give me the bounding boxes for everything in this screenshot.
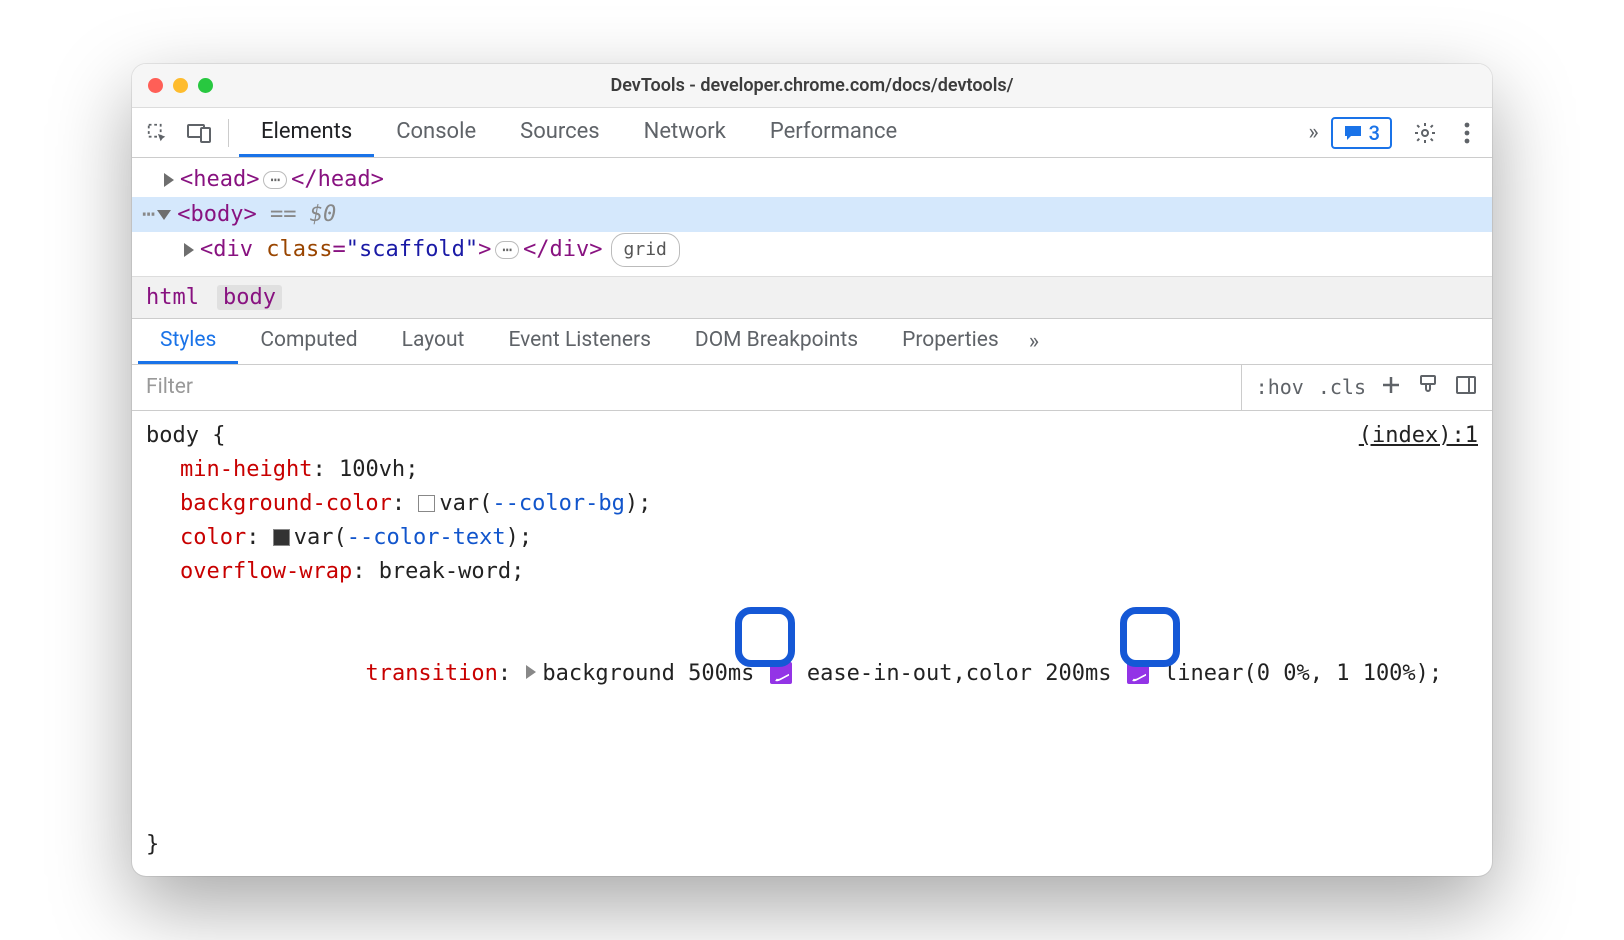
main-tabs: Elements Console Sources Network Perform… — [239, 108, 1296, 157]
issues-count: 3 — [1369, 121, 1380, 145]
easing-editor-icon[interactable] — [1127, 662, 1149, 684]
ellipsis-badge[interactable]: ⋯ — [495, 241, 519, 259]
expand-arrow-icon[interactable] — [184, 243, 194, 257]
expand-shorthand-icon[interactable] — [526, 665, 536, 679]
styles-rule-body: body { (index):1 min-height: 100vh; back… — [132, 411, 1492, 876]
hov-toggle[interactable]: :hov — [1256, 375, 1304, 399]
styles-filter-input[interactable] — [132, 365, 1242, 410]
dom-tree[interactable]: <head> ⋯ </head> ⋯ <body> == $0 <div cla… — [132, 158, 1492, 276]
dom-node-head[interactable]: <head> ⋯ </head> — [132, 162, 1492, 197]
kebab-menu-icon[interactable] — [1448, 114, 1486, 152]
callout-highlight-2 — [1120, 607, 1180, 667]
prop-background-color[interactable]: background-color: var(--color-bg); — [146, 487, 1478, 521]
tab-console[interactable]: Console — [374, 108, 498, 157]
sub-tab-event-listeners[interactable]: Event Listeners — [486, 319, 672, 364]
separator — [228, 119, 229, 147]
styles-sub-tabs: Styles Computed Layout Event Listeners D… — [132, 319, 1492, 365]
rule-source-link[interactable]: (index):1 — [1359, 419, 1478, 453]
color-swatch-icon[interactable] — [273, 529, 290, 546]
prop-color[interactable]: color: var(--color-text); — [146, 521, 1478, 555]
rule-selector[interactable]: body { — [146, 419, 225, 453]
main-toolbar: Elements Console Sources Network Perform… — [132, 108, 1492, 158]
sub-tab-layout[interactable]: Layout — [380, 319, 487, 364]
more-tabs-icon[interactable]: » — [1300, 120, 1326, 145]
collapse-arrow-icon[interactable] — [157, 210, 171, 220]
more-sub-tabs-icon[interactable]: » — [1021, 319, 1047, 364]
sub-tab-computed[interactable]: Computed — [238, 319, 379, 364]
computed-sidebar-icon[interactable] — [1454, 373, 1478, 402]
rule-close-brace: } — [146, 828, 1478, 862]
device-toolbar-icon[interactable] — [180, 114, 218, 152]
paint-brush-icon[interactable] — [1416, 373, 1440, 402]
callout-highlight-1 — [735, 607, 795, 667]
expand-arrow-icon[interactable] — [164, 173, 174, 187]
minimize-window-button[interactable] — [173, 78, 188, 93]
sub-tab-styles[interactable]: Styles — [138, 319, 238, 364]
breadcrumb-body[interactable]: body — [217, 285, 282, 310]
prop-transition[interactable]: transition: background 500ms ease-in-out… — [146, 589, 1478, 828]
titlebar: DevTools - developer.chrome.com/docs/dev… — [132, 64, 1492, 108]
tab-sources[interactable]: Sources — [498, 108, 622, 157]
window-title: DevTools - developer.chrome.com/docs/dev… — [132, 75, 1492, 96]
breadcrumb: html body — [132, 276, 1492, 319]
cls-toggle[interactable]: .cls — [1318, 375, 1366, 399]
tab-performance[interactable]: Performance — [748, 108, 919, 157]
devtools-window: DevTools - developer.chrome.com/docs/dev… — [132, 64, 1492, 876]
dom-node-body-selected[interactable]: ⋯ <body> == $0 — [132, 197, 1492, 232]
sub-tab-dom-breakpoints[interactable]: DOM Breakpoints — [673, 319, 880, 364]
traffic-lights — [148, 78, 213, 93]
chat-icon — [1343, 124, 1363, 142]
maximize-window-button[interactable] — [198, 78, 213, 93]
sub-tab-properties[interactable]: Properties — [880, 319, 1021, 364]
easing-editor-icon[interactable] — [770, 662, 792, 684]
filter-buttons: :hov .cls — [1242, 373, 1492, 402]
prop-overflow-wrap[interactable]: overflow-wrap: break-word; — [146, 555, 1478, 589]
close-window-button[interactable] — [148, 78, 163, 93]
settings-gear-icon[interactable] — [1406, 114, 1444, 152]
styles-filter-row: :hov .cls — [132, 365, 1492, 411]
issues-badge[interactable]: 3 — [1331, 117, 1392, 149]
prop-min-height[interactable]: min-height: 100vh; — [146, 453, 1478, 487]
selection-dots-icon: ⋯ — [142, 197, 153, 232]
color-swatch-icon[interactable] — [418, 495, 435, 512]
new-style-rule-icon[interactable] — [1380, 374, 1402, 401]
inspect-element-icon[interactable] — [138, 114, 176, 152]
ellipsis-badge[interactable]: ⋯ — [263, 171, 287, 189]
dom-node-div-scaffold[interactable]: <div class="scaffold"> ⋯ </div> grid — [132, 232, 1492, 267]
tab-elements[interactable]: Elements — [239, 108, 374, 157]
breadcrumb-html[interactable]: html — [146, 285, 199, 310]
rule-header: body { (index):1 — [146, 419, 1478, 453]
tab-network[interactable]: Network — [622, 108, 748, 157]
grid-badge[interactable]: grid — [611, 233, 680, 268]
